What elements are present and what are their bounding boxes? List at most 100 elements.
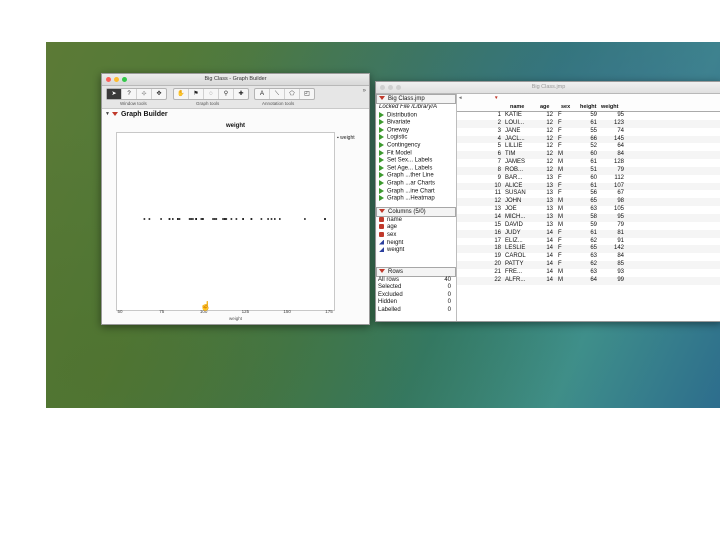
- column-item-sex[interactable]: sex: [376, 231, 456, 240]
- header-age[interactable]: age: [540, 104, 549, 110]
- cell-name[interactable]: LOUI...: [505, 120, 524, 128]
- table-row[interactable]: 8 ROB... 12 M 51 79: [457, 166, 720, 175]
- data-point[interactable]: [192, 218, 194, 220]
- columns-menu-icon[interactable]: [379, 208, 385, 213]
- cell-name[interactable]: PATTY: [505, 261, 523, 269]
- table-row[interactable]: 15 DAVID 13 M 59 79: [457, 222, 720, 230]
- cell-weight[interactable]: 128: [610, 159, 624, 167]
- cell-weight[interactable]: 105: [610, 206, 624, 214]
- data-point[interactable]: [202, 218, 204, 220]
- cell-height[interactable]: 62: [587, 238, 597, 246]
- cell-sex[interactable]: F: [558, 253, 562, 261]
- scatter-plot[interactable]: [117, 133, 334, 310]
- table-row[interactable]: 1 KATIE 12 F 59 95: [457, 112, 720, 120]
- cell-sex[interactable]: M: [558, 269, 563, 277]
- cell-height[interactable]: 61: [587, 159, 597, 167]
- table-row[interactable]: 19 CAROL 14 F 63 84: [457, 253, 720, 261]
- cell-sex[interactable]: M: [558, 198, 563, 206]
- row-number[interactable]: 4: [457, 136, 501, 144]
- cell-sex[interactable]: F: [558, 183, 562, 191]
- minimize-window-button[interactable]: [114, 77, 119, 82]
- graph-window-titlebar[interactable]: Big Class - Graph Builder: [102, 74, 369, 86]
- cell-sex[interactable]: F: [558, 230, 562, 238]
- data-point[interactable]: [230, 218, 233, 220]
- table-script-item[interactable]: Bivariate: [376, 119, 456, 127]
- row-number[interactable]: 1: [457, 112, 501, 120]
- cell-name[interactable]: TIM: [505, 151, 515, 159]
- cell-height[interactable]: 63: [587, 253, 597, 261]
- header-name[interactable]: name: [510, 104, 524, 110]
- data-point[interactable]: [267, 218, 269, 220]
- table-script-item[interactable]: Graph ...ar Charts: [376, 179, 456, 188]
- data-point[interactable]: [274, 218, 276, 220]
- table-script-item[interactable]: Oneway: [376, 126, 456, 135]
- cell-name[interactable]: ALFR...: [505, 277, 525, 285]
- row-number[interactable]: 12: [457, 198, 501, 206]
- cell-height[interactable]: 51: [587, 167, 597, 175]
- data-point[interactable]: [188, 218, 191, 220]
- run-script-icon[interactable]: [379, 187, 384, 194]
- cell-age[interactable]: 13: [541, 190, 553, 198]
- data-point[interactable]: [148, 218, 151, 220]
- cell-name[interactable]: FRE...: [505, 269, 522, 277]
- data-point[interactable]: [195, 218, 197, 220]
- cell-age[interactable]: 14: [541, 261, 553, 269]
- cell-age[interactable]: 12: [541, 128, 553, 136]
- red-triangle-menu-icon[interactable]: [111, 112, 118, 116]
- run-script-icon[interactable]: [379, 149, 384, 156]
- data-point[interactable]: [177, 218, 179, 220]
- cell-sex[interactable]: F: [558, 245, 562, 253]
- cell-height[interactable]: 63: [587, 206, 597, 214]
- cell-age[interactable]: 12: [541, 151, 553, 159]
- cell-weight[interactable]: 91: [610, 238, 624, 246]
- selection-tool-icon[interactable]: ⊹: [137, 89, 152, 99]
- cell-height[interactable]: 63: [587, 269, 597, 277]
- cell-weight[interactable]: 98: [610, 198, 624, 206]
- cell-weight[interactable]: 145: [610, 136, 624, 144]
- cell-sex[interactable]: M: [558, 151, 563, 159]
- cell-name[interactable]: JUDY: [505, 230, 521, 238]
- cell-weight[interactable]: 74: [610, 128, 624, 136]
- data-point[interactable]: [225, 218, 228, 220]
- header-weight[interactable]: weight: [601, 104, 618, 110]
- table-menu-icon[interactable]: [379, 96, 385, 100]
- zoom-window-button[interactable]: [396, 85, 401, 90]
- legend[interactable]: ▪ weight: [337, 135, 355, 141]
- cell-weight[interactable]: 79: [610, 222, 624, 230]
- cell-height[interactable]: 59: [587, 222, 597, 230]
- cell-age[interactable]: 13: [541, 214, 553, 222]
- row-number[interactable]: 9: [457, 175, 501, 183]
- table-row[interactable]: 9 BAR... 13 F 60 112: [457, 175, 720, 183]
- scroller-tool-icon[interactable]: ✥: [152, 89, 166, 99]
- cell-height[interactable]: 65: [587, 245, 597, 253]
- close-window-button[interactable]: [106, 77, 111, 82]
- minimize-window-button[interactable]: [388, 85, 393, 90]
- lasso-tool-icon[interactable]: ◌: [204, 89, 219, 99]
- column-selector-icon[interactable]: ▾: [495, 95, 498, 110]
- cell-age[interactable]: 14: [541, 269, 553, 277]
- data-point[interactable]: [279, 218, 281, 220]
- row-number[interactable]: 22: [457, 277, 501, 285]
- cell-name[interactable]: ALICE: [505, 183, 522, 191]
- cell-name[interactable]: KATIE: [505, 112, 522, 120]
- run-script-icon[interactable]: [379, 172, 384, 179]
- data-point[interactable]: [304, 218, 306, 220]
- table-row[interactable]: 20 PATTY 14 F 62 85: [457, 261, 720, 269]
- cell-sex[interactable]: M: [558, 167, 563, 175]
- row-number[interactable]: 16: [457, 230, 501, 238]
- cell-height[interactable]: 64: [587, 277, 597, 285]
- cell-weight[interactable]: 112: [610, 175, 624, 183]
- plot-title[interactable]: weight: [102, 123, 369, 129]
- row-number[interactable]: 18: [457, 245, 501, 253]
- polygon-tool-icon[interactable]: ⬠: [285, 89, 300, 99]
- cell-sex[interactable]: M: [558, 222, 563, 230]
- cell-age[interactable]: 12: [541, 120, 553, 128]
- cell-height[interactable]: 65: [587, 198, 597, 206]
- table-row[interactable]: 17 ELIZ... 14 F 62 91: [457, 238, 720, 246]
- table-script-item[interactable]: Fit Model: [376, 149, 456, 158]
- table-script-item[interactable]: Set Age... Labels: [376, 164, 456, 173]
- rows-panel-header[interactable]: Rows: [376, 266, 456, 277]
- cell-height[interactable]: 61: [587, 230, 597, 238]
- data-point[interactable]: [178, 218, 181, 220]
- x-axis-label[interactable]: weight: [102, 316, 369, 321]
